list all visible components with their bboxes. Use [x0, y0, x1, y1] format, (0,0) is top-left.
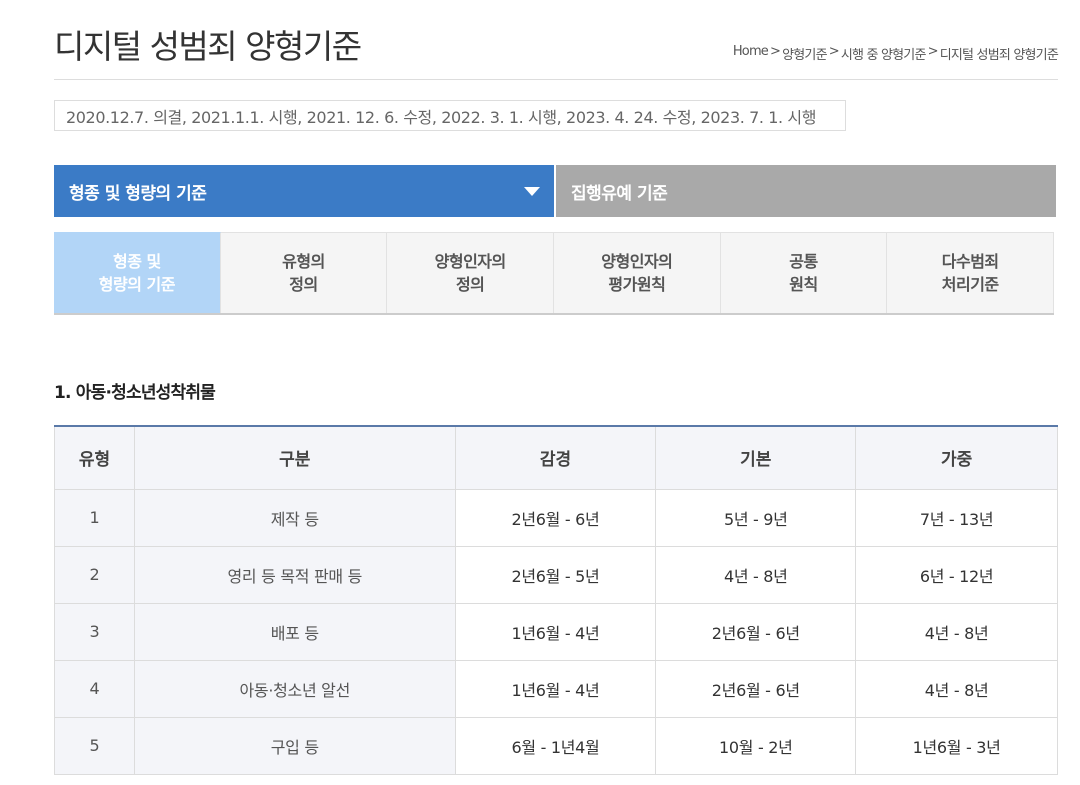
cell-aggravated: 6년 - 12년 — [855, 545, 1058, 604]
tab-sentence-type-and-range[interactable]: 형종 및 형량의 기준 — [54, 165, 554, 217]
cell-mitigated: 2년6월 - 5년 — [454, 545, 657, 604]
cell-category: 배포 등 — [133, 602, 456, 661]
subtab-label-line1: 공통 — [789, 252, 818, 271]
table-header-row: 유형 구분 감경 기본 가중 — [54, 425, 1058, 490]
cell-type: 2 — [54, 545, 135, 604]
subtab-label-line1: 다수범죄 — [941, 252, 999, 271]
cell-mitigated: 6월 - 1년4월 — [454, 716, 657, 775]
subtab-label-line1: 유형의 — [282, 252, 325, 271]
cell-category: 제작 등 — [133, 488, 456, 547]
cell-category: 영리 등 목적 판매 등 — [133, 545, 456, 604]
sentencing-range-table: 유형 구분 감경 기본 가중 1 제작 등 2년6월 - 6년 5년 - 9년 … — [54, 425, 1058, 775]
subtab-factor-evaluation[interactable]: 양형인자의 평가원칙 — [554, 232, 721, 313]
subtab-type-definitions[interactable]: 유형의 정의 — [220, 232, 388, 313]
breadcrumb-digital-sex-crime[interactable]: 디지털 성범죄 양형기준 — [940, 44, 1059, 63]
subtab-label-line2: 정의 — [455, 275, 485, 294]
subtab-multiple-crimes[interactable]: 다수범죄 처리기준 — [887, 232, 1055, 313]
breadcrumb-sentencing-guidelines[interactable]: 양형기준 — [782, 44, 827, 63]
subtab-label-line2: 원칙 — [789, 275, 818, 294]
header-aggravated: 가중 — [855, 425, 1058, 490]
cell-category: 아동·청소년 알선 — [133, 659, 456, 718]
revision-history: 2020.12.7. 의결, 2021.1.1. 시행, 2021. 12. 6… — [54, 100, 846, 131]
breadcrumb-separator: > — [770, 44, 781, 59]
cell-type: 4 — [54, 659, 135, 718]
tab-probation-criteria[interactable]: 집행유예 기준 — [556, 165, 1056, 217]
tab-label: 집행유예 기준 — [571, 183, 668, 204]
breadcrumb-separator: > — [927, 44, 939, 59]
breadcrumb-current-guidelines[interactable]: 시행 중 양형기준 — [841, 44, 927, 63]
breadcrumb-separator: > — [828, 44, 840, 59]
table-row: 4 아동·청소년 알선 1년6월 - 4년 2년6월 - 6년 4년 - 8년 — [54, 659, 1058, 718]
cell-mitigated: 2년6월 - 6년 — [454, 488, 657, 547]
page-title: 디지털 성범죄 양형기준 — [54, 27, 362, 66]
cell-basic: 5년 - 9년 — [655, 488, 857, 547]
breadcrumb: Home > 양형기준 > 시행 중 양형기준 > 디지털 성범죄 양형기준 — [733, 44, 1059, 63]
subtab-label-line1: 양형인자의 — [601, 252, 673, 271]
cell-category: 구입 등 — [133, 716, 456, 775]
cell-aggravated: 4년 - 8년 — [855, 602, 1058, 661]
cell-aggravated: 7년 - 13년 — [855, 488, 1058, 547]
section-heading: 1. 아동·청소년성착취물 — [54, 383, 216, 403]
subtab-label-line2: 형량의 기준 — [98, 275, 176, 294]
cell-type: 1 — [54, 488, 135, 547]
subtab-label-line2: 처리기준 — [941, 275, 999, 294]
header-basic: 기본 — [655, 425, 857, 490]
cell-mitigated: 1년6월 - 4년 — [454, 659, 657, 718]
subtab-label-line1: 형종 및 — [112, 252, 161, 271]
subtab-factor-definitions[interactable]: 양형인자의 정의 — [387, 232, 555, 313]
cell-basic: 4년 - 8년 — [655, 545, 857, 604]
table-row: 5 구입 등 6월 - 1년4월 10월 - 2년 1년6월 - 3년 — [54, 716, 1058, 775]
main-tabs: 형종 및 형량의 기준 집행유예 기준 — [54, 165, 1056, 217]
cell-type: 3 — [54, 602, 135, 661]
cell-basic: 2년6월 - 6년 — [655, 602, 857, 661]
table-row: 2 영리 등 목적 판매 등 2년6월 - 5년 4년 - 8년 6년 - 12… — [54, 545, 1058, 604]
table-row: 1 제작 등 2년6월 - 6년 5년 - 9년 7년 - 13년 — [54, 488, 1058, 547]
tab-label: 형종 및 형량의 기준 — [69, 183, 207, 204]
subtab-label-line2: 정의 — [289, 275, 318, 294]
cell-aggravated: 1년6월 - 3년 — [855, 716, 1058, 775]
cell-mitigated: 1년6월 - 4년 — [454, 602, 657, 661]
breadcrumb-home[interactable]: Home — [733, 44, 769, 63]
cell-aggravated: 4년 - 8년 — [855, 659, 1058, 718]
cell-basic: 10월 - 2년 — [655, 716, 857, 775]
table-row: 3 배포 등 1년6월 - 4년 2년6월 - 6년 4년 - 8년 — [54, 602, 1058, 661]
header-mitigated: 감경 — [454, 425, 657, 490]
header-type: 유형 — [54, 425, 135, 490]
header-category: 구분 — [133, 425, 456, 490]
title-divider — [54, 79, 1058, 80]
chevron-down-icon — [524, 187, 540, 196]
sub-tabs: 형종 및 형량의 기준 유형의 정의 양형인자의 정의 양형인자의 평가원칙 공… — [54, 232, 1055, 315]
cell-type: 5 — [54, 716, 135, 775]
subtab-sentence-type-and-range[interactable]: 형종 및 형량의 기준 — [54, 232, 221, 313]
subtab-label-line1: 양형인자의 — [434, 252, 507, 271]
cell-basic: 2년6월 - 6년 — [655, 659, 857, 718]
subtab-label-line2: 평가원칙 — [608, 275, 666, 294]
subtab-common-principles[interactable]: 공통 원칙 — [720, 232, 888, 313]
